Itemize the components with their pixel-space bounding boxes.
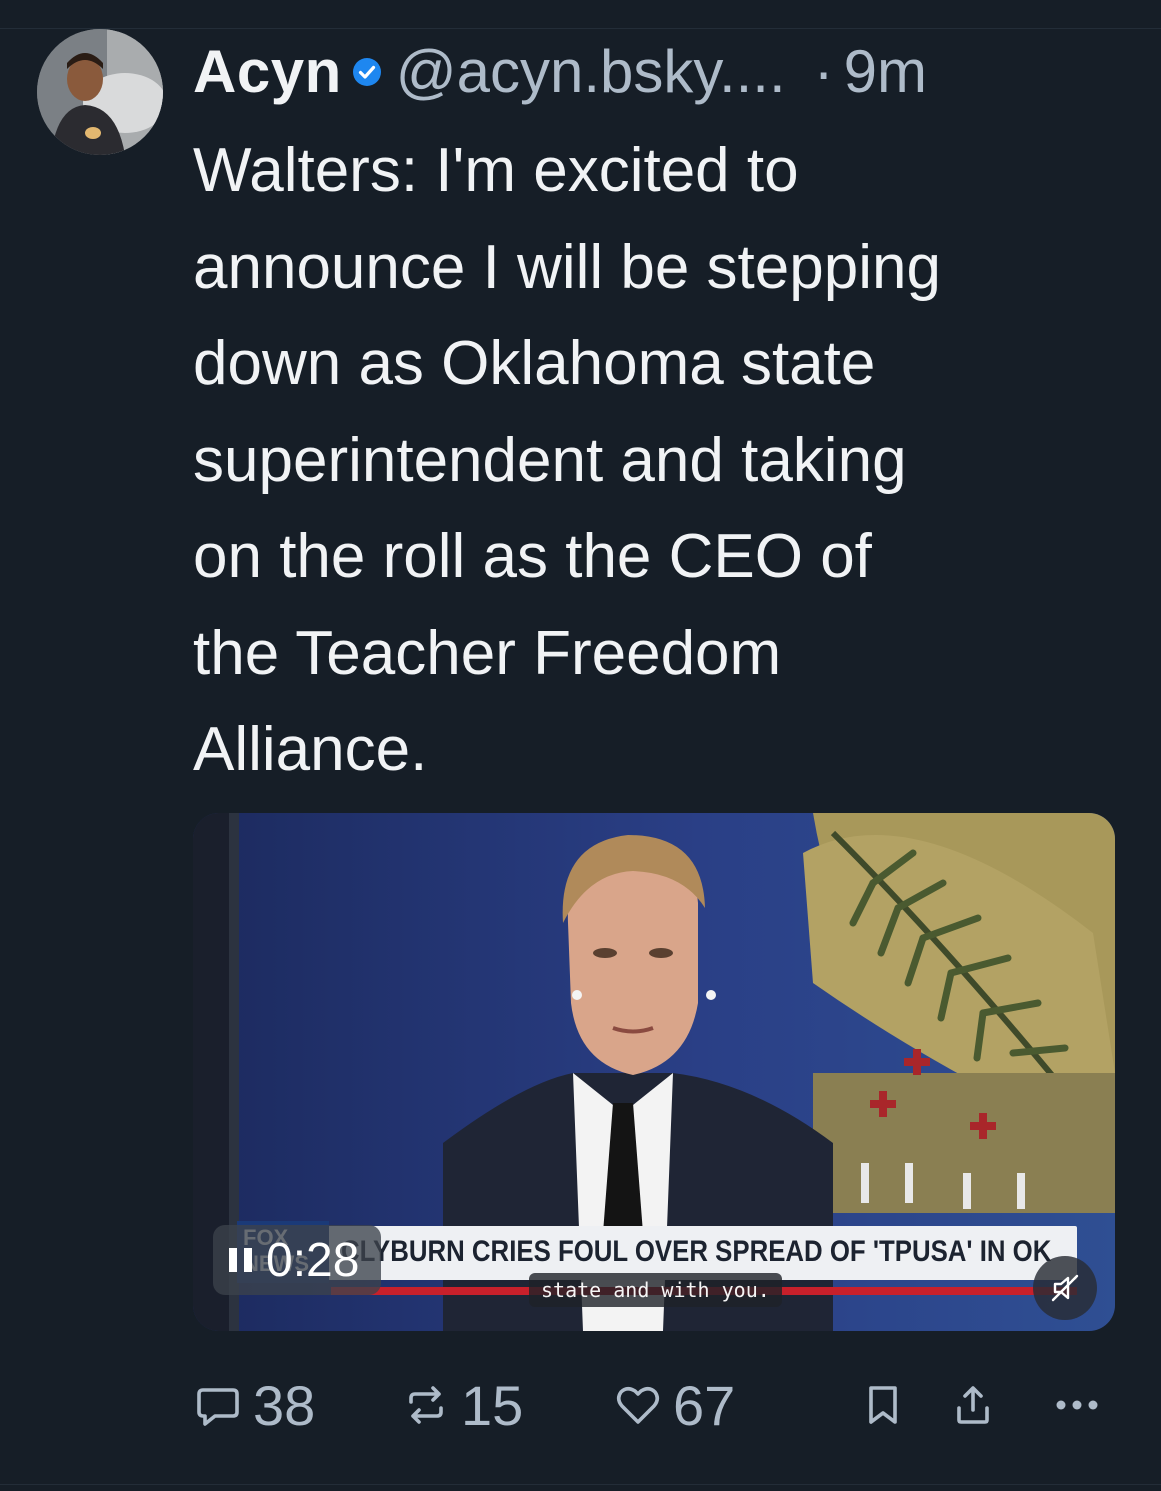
repost-button[interactable]: 15 <box>401 1373 523 1438</box>
verified-badge-icon <box>352 57 382 87</box>
video-timestamp: 0:28 <box>266 1233 360 1287</box>
pause-icon[interactable] <box>229 1248 252 1272</box>
reply-button[interactable]: 38 <box>193 1373 315 1438</box>
repost-count: 15 <box>461 1373 524 1437</box>
more-button[interactable] <box>1047 1380 1117 1430</box>
post-actions: 38 15 67 <box>193 1372 1113 1438</box>
post-text: Walters: I'm excited to announce I will … <box>193 136 941 784</box>
chyron-headline: CLYBURN CRIES FOUL OVER SPREAD OF 'TPUSA… <box>341 1235 1052 1268</box>
bottom-divider <box>0 1484 1161 1485</box>
like-count: 67 <box>673 1373 736 1437</box>
top-divider <box>0 28 1161 29</box>
reply-icon <box>197 1388 239 1426</box>
like-icon <box>616 1386 660 1424</box>
author-name[interactable]: Acyn <box>193 30 342 114</box>
video-caption: state and with you. <box>529 1273 782 1307</box>
share-button[interactable] <box>951 1380 1005 1430</box>
avatar[interactable] <box>37 29 163 155</box>
bookmark-icon <box>869 1386 897 1424</box>
video-player[interactable]: FOXNEWS CLYBURN CRIES FOUL OVER SPREAD O… <box>193 813 1115 1331</box>
share-icon <box>957 1386 989 1424</box>
bookmark-button[interactable] <box>861 1380 915 1430</box>
separator-dot: · <box>813 38 834 105</box>
post-header: Acyn @acyn.bsky.... · 9m <box>193 30 1133 114</box>
author-handle[interactable]: @acyn.bsky.... <box>396 30 786 114</box>
post-time[interactable]: 9m <box>844 30 927 114</box>
like-button[interactable]: 67 <box>613 1373 735 1438</box>
reply-count: 38 <box>253 1373 316 1437</box>
mute-icon[interactable] <box>1033 1256 1097 1320</box>
video-time-badge[interactable]: 0:28 <box>213 1225 382 1295</box>
more-icon <box>1056 1400 1098 1410</box>
repost-icon <box>409 1386 443 1424</box>
